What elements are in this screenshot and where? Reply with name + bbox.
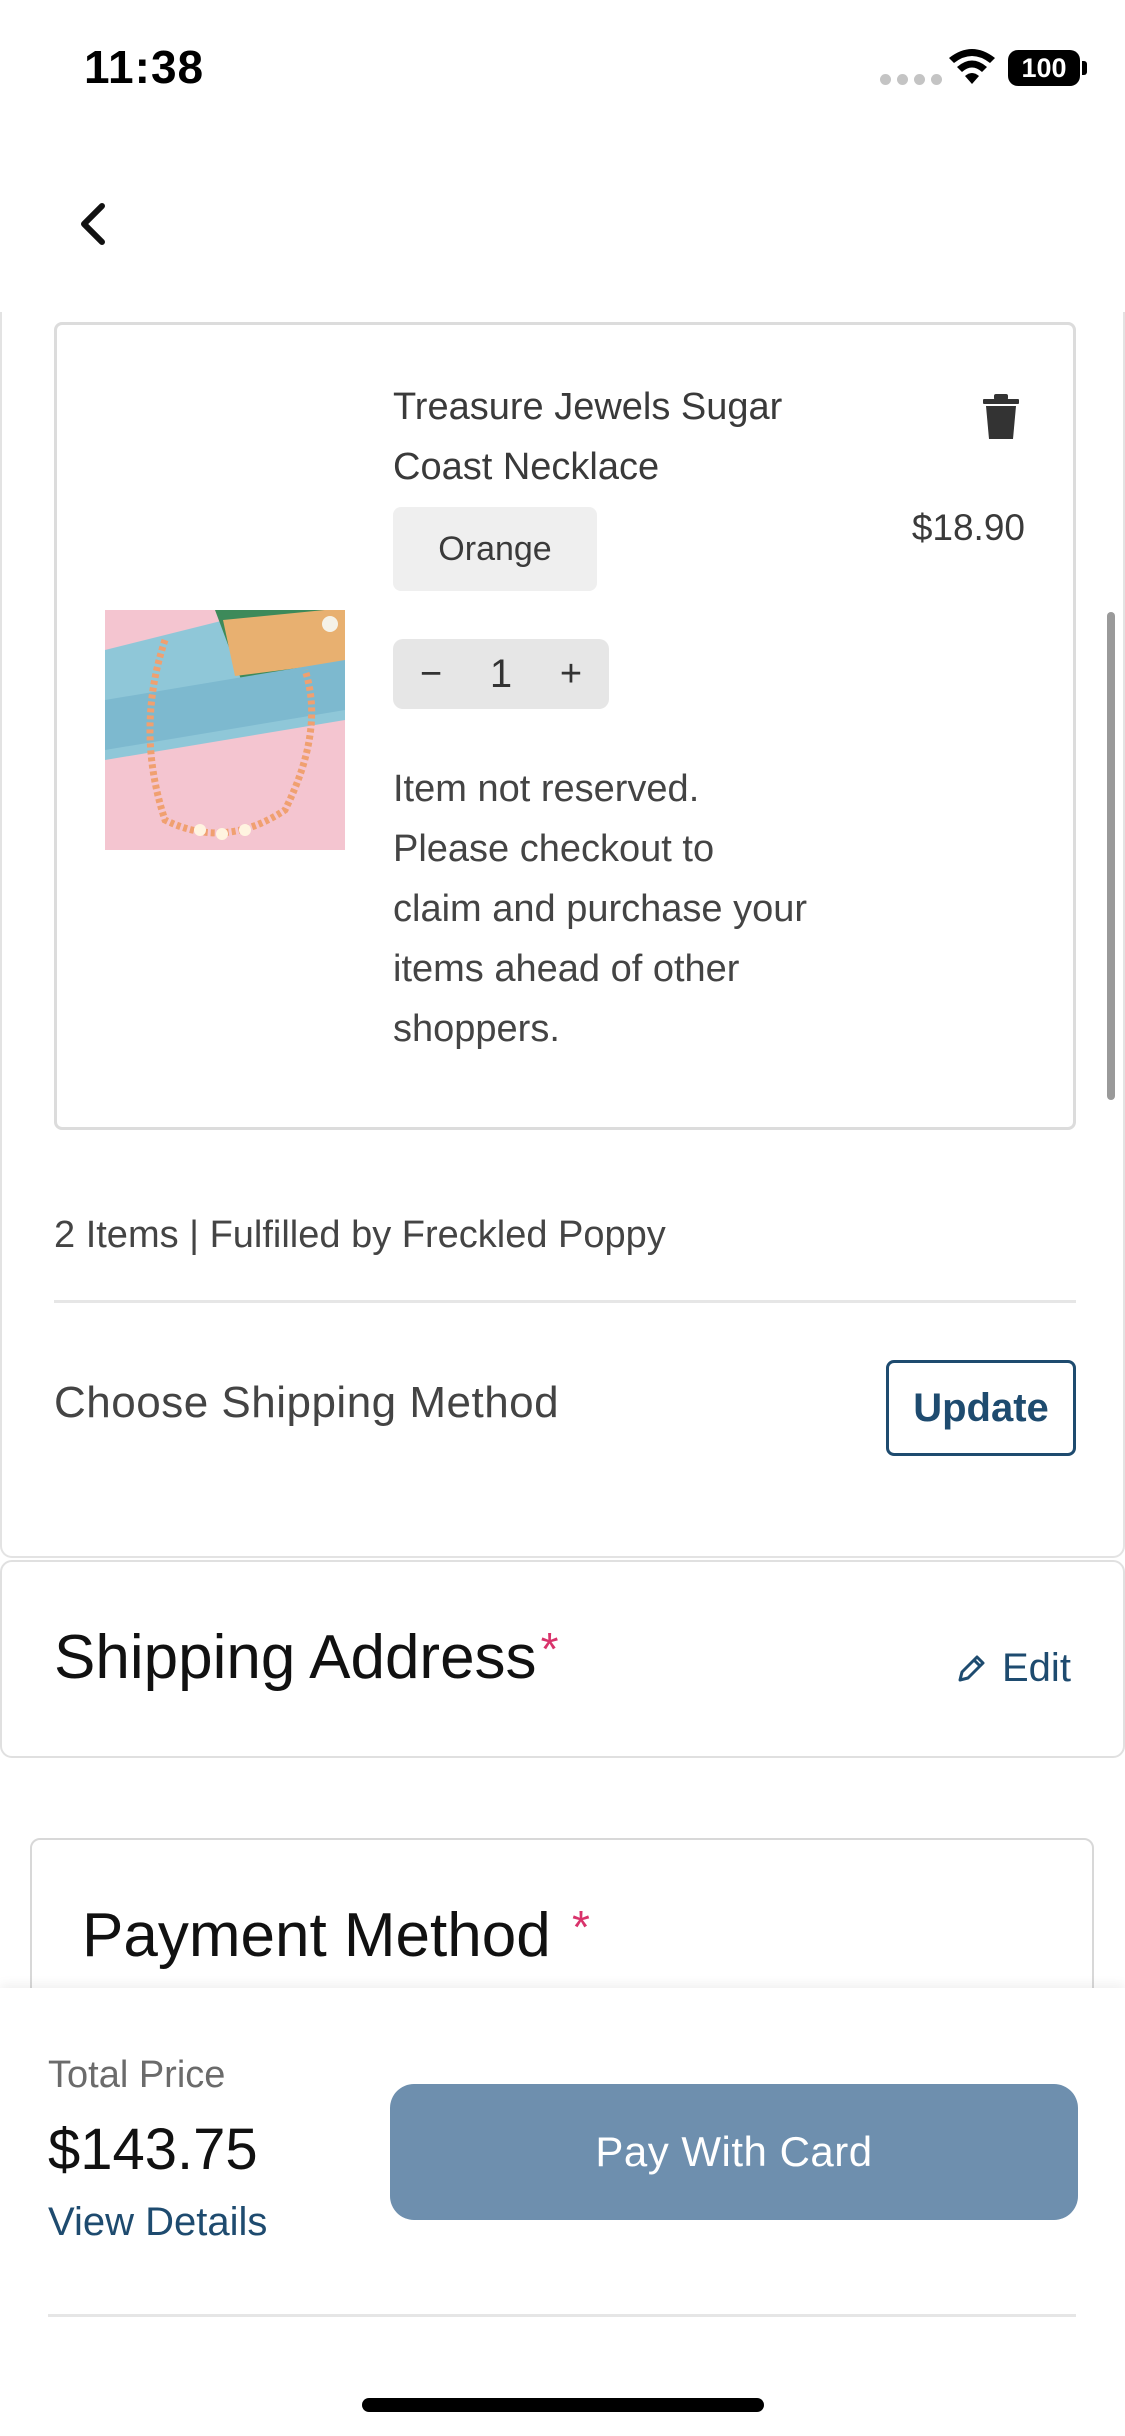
scroll-indicator — [1107, 612, 1115, 1100]
product-image[interactable] — [105, 610, 345, 850]
pay-with-card-button[interactable]: Pay With Card — [390, 2084, 1078, 2220]
checkout-scroll-area[interactable]: Treasure Jewels Sugar Coast Necklace $18… — [0, 312, 1125, 1988]
cart-item-card: Treasure Jewels Sugar Coast Necklace $18… — [54, 322, 1076, 1130]
quantity-stepper: − 1 + — [393, 639, 609, 709]
update-shipping-button[interactable]: Update — [886, 1360, 1076, 1456]
trash-icon[interactable] — [981, 393, 1021, 441]
total-price-value: $143.75 — [48, 2117, 258, 2182]
required-marker: * — [571, 1901, 590, 1953]
divider — [54, 1300, 1076, 1303]
shipping-address-section: Shipping Address* Edit — [0, 1560, 1125, 1758]
product-price: $18.90 — [911, 507, 1025, 548]
variant-chip: Orange — [393, 507, 597, 591]
reservation-note: Item not reserved. Please checkout to cl… — [393, 768, 807, 1050]
cart-section: Treasure Jewels Sugar Coast Necklace $18… — [0, 312, 1125, 1558]
pencil-icon — [958, 1655, 985, 1681]
signal-dots-icon — [880, 74, 942, 85]
shipping-address-title: Shipping Address* — [54, 1622, 558, 1693]
product-title[interactable]: Treasure Jewels Sugar Coast Necklace — [393, 377, 813, 497]
view-details-link[interactable]: View Details — [48, 2200, 267, 2245]
status-time: 11:38 — [84, 41, 205, 93]
required-marker: * — [540, 1623, 559, 1675]
edit-address-label: Edit — [1002, 1646, 1071, 1690]
payment-method-title: Payment Method * — [82, 1900, 590, 1971]
quantity-increment-button[interactable]: + — [551, 639, 591, 709]
payment-method-title-text: Payment Method — [82, 1901, 551, 1970]
checkout-screen: 11:38 100 Treasure Jewels Sugar Coast Ne… — [0, 0, 1125, 2436]
quantity-decrement-button[interactable]: − — [411, 639, 451, 709]
divider — [48, 2314, 1076, 2317]
total-price-label: Total Price — [48, 2054, 226, 2096]
home-indicator[interactable] — [362, 2398, 764, 2412]
battery-nub — [1082, 61, 1087, 75]
shipping-address-title-text: Shipping Address — [54, 1623, 537, 1692]
payment-method-section: Payment Method * — [30, 1838, 1094, 1988]
chevron-left-icon[interactable] — [64, 194, 124, 254]
nav-bar — [0, 140, 1125, 312]
items-summary: 2 Items | Fulfilled by Freckled Poppy — [54, 1214, 666, 1256]
status-bar: 11:38 100 — [0, 0, 1125, 140]
wifi-icon — [949, 49, 995, 84]
quantity-value: 1 — [489, 651, 513, 696]
battery-icon: 100 — [1008, 50, 1080, 86]
edit-address-button[interactable]: Edit — [954, 1646, 1071, 1691]
checkout-bar: Total Price $143.75 View Details Pay Wit… — [0, 1988, 1125, 2436]
shipping-method-label: Choose Shipping Method — [54, 1378, 560, 1427]
